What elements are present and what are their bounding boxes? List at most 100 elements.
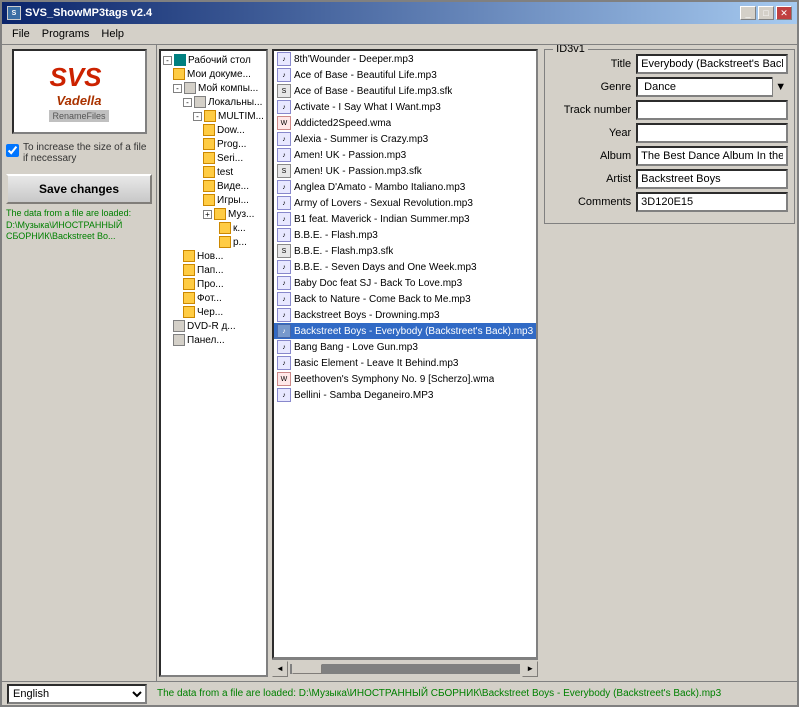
file-item-15[interactable]: ♪ Back to Nature - Come Back to Me.mp3: [274, 291, 536, 307]
comments-input[interactable]: [636, 192, 788, 212]
file-item-13[interactable]: ♪ B.B.E. - Seven Days and One Week.mp3: [274, 259, 536, 275]
file-list-panel: ♪ 8th'Wounder - Deeper.mp3 ♪ Ace of Base…: [272, 49, 538, 677]
tree-item-local[interactable]: - Локальны...: [183, 95, 264, 109]
year-input[interactable]: [636, 123, 788, 143]
tree-label-mydocs: Мои докуме...: [187, 69, 251, 80]
tree-label-music: Муз...: [228, 209, 254, 220]
tree-item-pap[interactable]: Пап...: [183, 263, 264, 277]
h-scrollbar[interactable]: ◄ ►: [272, 659, 538, 677]
scroll-left-btn[interactable]: ◄: [272, 661, 288, 677]
tree-label-video: Виде...: [217, 181, 249, 192]
menu-file[interactable]: File: [6, 26, 36, 42]
drive-icon-local: [194, 96, 206, 108]
tree-toggle-mycomp[interactable]: -: [173, 84, 182, 93]
tree-item-phot[interactable]: Фот...: [183, 291, 264, 305]
menu-help[interactable]: Help: [95, 26, 130, 42]
folder-icon-test: [203, 166, 215, 178]
album-input[interactable]: [636, 146, 788, 166]
tree-item-dow[interactable]: Dow...: [203, 123, 264, 137]
tree-item-k[interactable]: к...: [219, 221, 264, 235]
file-item-4[interactable]: W Addicted2Speed.wma: [274, 115, 536, 131]
file-item-20[interactable]: W Beethoven's Symphony No. 9 [Scherzo].w…: [274, 371, 536, 387]
title-label: Title: [551, 58, 631, 70]
h-scroll-track: [290, 664, 520, 674]
file-icon-11: ♪: [277, 228, 291, 242]
tree-item-cher[interactable]: Чер...: [183, 305, 264, 319]
file-item-18[interactable]: ♪ Bang Bang - Love Gun.mp3: [274, 339, 536, 355]
file-item-0[interactable]: ♪ 8th'Wounder - Deeper.mp3: [274, 51, 536, 67]
menu-programs[interactable]: Programs: [36, 26, 96, 42]
file-icon-12: S: [277, 244, 291, 258]
tree-item-panel[interactable]: Панел...: [173, 333, 264, 347]
tree-item-multim[interactable]: - MULTIM...: [193, 109, 264, 123]
tree-item-seri[interactable]: Seri...: [203, 151, 264, 165]
file-list-content: ♪ 8th'Wounder - Deeper.mp3 ♪ Ace of Base…: [274, 51, 536, 657]
tree-item-prog[interactable]: Prog...: [203, 137, 264, 151]
file-item-19[interactable]: ♪ Basic Element - Leave It Behind.mp3: [274, 355, 536, 371]
tree-item-r[interactable]: р...: [219, 235, 264, 249]
tree-label-panel: Панел...: [187, 335, 225, 346]
file-item-16[interactable]: ♪ Backstreet Boys - Drowning.mp3: [274, 307, 536, 323]
comments-label: Comments: [551, 196, 631, 208]
tree-toggle-local[interactable]: -: [183, 98, 192, 107]
increase-size-checkbox[interactable]: [6, 144, 19, 157]
title-input[interactable]: [636, 54, 788, 74]
scroll-right-btn[interactable]: ►: [522, 661, 538, 677]
file-name-7: Amen! UK - Passion.mp3.sfk: [294, 166, 422, 177]
tree-item-pro[interactable]: Про...: [183, 277, 264, 291]
file-name-16: Backstreet Boys - Drowning.mp3: [294, 310, 440, 321]
h-scroll-thumb[interactable]: [292, 664, 322, 674]
tree-toggle-music[interactable]: +: [203, 210, 212, 219]
file-item-17[interactable]: ♪ Backstreet Boys - Everybody (Backstree…: [274, 323, 536, 339]
file-item-2[interactable]: S Ace of Base - Beautiful Life.mp3.sfk: [274, 83, 536, 99]
tree-item-video[interactable]: Виде...: [203, 179, 264, 193]
file-icon-3: ♪: [277, 100, 291, 114]
tree-item-mydocs[interactable]: Мои докуме...: [173, 67, 264, 81]
file-name-9: Army of Lovers - Sexual Revolution.mp3: [294, 198, 473, 209]
tree-toggle-multim[interactable]: -: [193, 112, 202, 121]
language-select[interactable]: English: [7, 684, 147, 704]
save-changes-button[interactable]: Save changes: [6, 174, 152, 204]
artist-input[interactable]: [636, 169, 788, 189]
file-item-6[interactable]: ♪ Amen! UK - Passion.mp3: [274, 147, 536, 163]
tree-item-music[interactable]: + Муз...: [203, 207, 264, 221]
file-item-12[interactable]: S B.B.E. - Flash.mp3.sfk: [274, 243, 536, 259]
title-bar: S SVS_ShowMP3tags v2.4 _ □ ✕: [2, 2, 797, 24]
file-item-11[interactable]: ♪ B.B.E. - Flash.mp3: [274, 227, 536, 243]
tree-label-r: р...: [233, 237, 247, 248]
album-label: Album: [551, 150, 631, 162]
file-item-1[interactable]: ♪ Ace of Base - Beautiful Life.mp3: [274, 67, 536, 83]
tree-item-dvd[interactable]: DVD-R д...: [173, 319, 264, 333]
tree-label-k: к...: [233, 223, 246, 234]
tree-item-mycomp[interactable]: - Мой компы...: [173, 81, 264, 95]
file-item-8[interactable]: ♪ Anglea D'Amato - Mambo Italiano.mp3: [274, 179, 536, 195]
track-input[interactable]: [636, 100, 788, 120]
file-icon-0: ♪: [277, 52, 291, 66]
tree-content: - Рабочий стол Мои докуме... -: [161, 51, 266, 349]
file-item-9[interactable]: ♪ Army of Lovers - Sexual Revolution.mp3: [274, 195, 536, 211]
minimize-button[interactable]: _: [740, 6, 756, 20]
tree-label-test: test: [217, 167, 233, 178]
file-item-7[interactable]: S Amen! UK - Passion.mp3.sfk: [274, 163, 536, 179]
folder-icon-games: [203, 194, 215, 206]
maximize-button[interactable]: □: [758, 6, 774, 20]
file-item-10[interactable]: ♪ B1 feat. Maverick - Indian Summer.mp3: [274, 211, 536, 227]
tree-item-games[interactable]: Игры...: [203, 193, 264, 207]
genre-select[interactable]: Dance: [636, 77, 788, 97]
tree-toggle-desktop[interactable]: -: [163, 56, 172, 65]
file-item-3[interactable]: ♪ Activate - I Say What I Want.mp3: [274, 99, 536, 115]
tree-item-desktop[interactable]: - Рабочий стол: [163, 53, 264, 67]
artist-row: Artist: [551, 169, 788, 189]
file-item-14[interactable]: ♪ Baby Doc feat SJ - Back To Love.mp3: [274, 275, 536, 291]
file-item-21[interactable]: ♪ Bellini - Samba Deganeiro.MP3: [274, 387, 536, 403]
close-button[interactable]: ✕: [776, 6, 792, 20]
tree-scroll[interactable]: - Рабочий стол Мои докуме... -: [159, 49, 268, 677]
tree-label-prog: Prog...: [217, 139, 246, 150]
file-icon-7: S: [277, 164, 291, 178]
file-item-5[interactable]: ♪ Alexia - Summer is Crazy.mp3: [274, 131, 536, 147]
tree-item-nov[interactable]: Нов...: [183, 249, 264, 263]
file-icon-17: ♪: [277, 324, 291, 338]
file-list-scroll[interactable]: ♪ 8th'Wounder - Deeper.mp3 ♪ Ace of Base…: [272, 49, 538, 659]
panel-icon: [173, 334, 185, 346]
tree-item-test[interactable]: test: [203, 165, 264, 179]
